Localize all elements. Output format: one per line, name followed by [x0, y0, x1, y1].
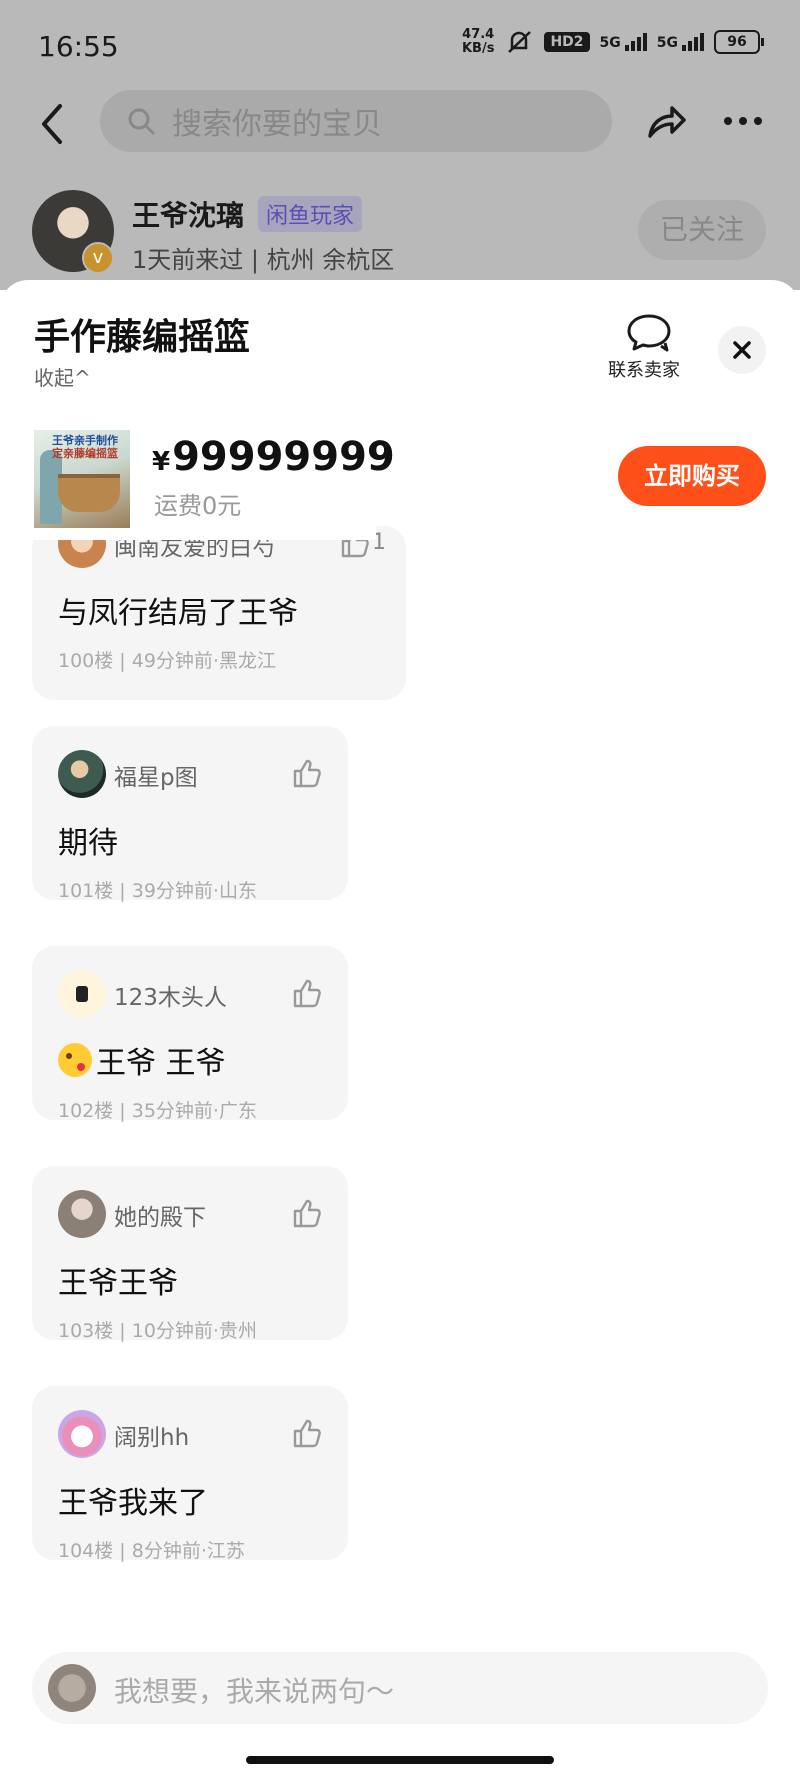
- comment-meta: 102楼 | 35分钟前·广东: [58, 1100, 257, 1122]
- user-avatar: [48, 1664, 96, 1712]
- contact-seller-button[interactable]: 联系卖家: [608, 312, 686, 382]
- back-arrow-icon: [42, 104, 62, 144]
- comment-meta: 101楼 | 39分钟前·山东: [58, 880, 257, 902]
- search-input[interactable]: 搜索你要的宝贝: [100, 90, 612, 152]
- comment-card: 阔别hh 王爷我来了 104楼 | 8分钟前·江苏: [32, 1386, 348, 1562]
- comment-text: 王爷王爷: [58, 1266, 178, 1301]
- signal-icon-2: 5G: [657, 33, 704, 51]
- comment-text: 期待: [58, 826, 118, 861]
- seller-level-tag: 闲鱼玩家: [258, 196, 363, 232]
- share-button[interactable]: [644, 100, 688, 144]
- comment-text: 与凤行结局了王爷: [58, 596, 298, 631]
- seller-header: v 王爷沈璃 闲鱼玩家 1天前来过 | 杭州 余杭区 已关注: [0, 190, 800, 280]
- comment-card: 闽南友爱的白芍 1 与凤行结局了王爷 100楼 | 49分钟前·黑龙江: [32, 526, 406, 700]
- commenter-avatar[interactable]: [58, 750, 106, 798]
- commenter-avatar[interactable]: [58, 1190, 106, 1238]
- comment-meta: 103楼 | 10分钟前·贵州: [58, 1320, 257, 1342]
- commenter-avatar[interactable]: [58, 970, 106, 1018]
- comment-input[interactable]: 我想要，我来说两句～: [32, 1652, 768, 1724]
- commenter-name[interactable]: 福星p图: [114, 758, 198, 792]
- comment-card: 123木头人 王爷 王爷 102楼 | 35分钟前·广东: [32, 946, 348, 1122]
- product-thumbnail-overlay[interactable]: 王爷亲手制作 定亲藤编摇篮: [34, 430, 130, 528]
- status-icons: 47.4 KB/s HD2 5G 5G 96: [461, 27, 764, 56]
- close-button[interactable]: [718, 326, 766, 374]
- commenter-avatar[interactable]: [58, 1410, 106, 1458]
- comment-meta: 104楼 | 8分钟前·江苏: [58, 1540, 245, 1562]
- product-price-overlay: ¥99999999: [152, 434, 395, 480]
- back-button[interactable]: [34, 102, 70, 146]
- battery-icon: 96: [714, 30, 764, 54]
- signal-icon-1: 5G: [600, 33, 647, 51]
- mute-bell-icon: [508, 31, 532, 53]
- home-indicator[interactable]: [246, 1756, 554, 1764]
- follow-button[interactable]: 已关注: [638, 200, 766, 260]
- hd-icon: HD2: [544, 32, 590, 52]
- shipping-fee-overlay: 运费0元: [154, 492, 242, 520]
- like-icon[interactable]: [290, 976, 324, 1010]
- search-icon: [128, 108, 155, 135]
- nav-bar: 搜索你要的宝贝: [0, 88, 800, 158]
- comments-sheet: 手作藤编摇篮 收起^ 联系卖家 王爷亲手制作 定亲藤编摇篮 ¥99999999 …: [0, 280, 800, 1778]
- like-icon[interactable]: [290, 756, 324, 790]
- commenter-name[interactable]: 阔别hh: [114, 1418, 189, 1452]
- collapse-button[interactable]: 收起^: [34, 362, 91, 391]
- contact-seller-label: 联系卖家: [608, 360, 680, 381]
- comment-card: 她的殿下 王爷王爷 103楼 | 10分钟前·贵州: [32, 1166, 348, 1342]
- like-icon[interactable]: [290, 1196, 324, 1230]
- comment-text: 王爷我来了: [58, 1486, 208, 1521]
- like-icon[interactable]: [290, 1416, 324, 1450]
- product-title: 手作藤编摇篮: [34, 317, 251, 358]
- share-icon: [648, 106, 686, 138]
- status-time: 16:55: [38, 30, 119, 63]
- network-speed: 47.4 KB/s: [461, 27, 495, 56]
- comment-text: 王爷 王爷: [58, 1038, 226, 1082]
- kiss-emoji-icon: [58, 1043, 92, 1077]
- buy-now-button[interactable]: 立即购买: [618, 446, 766, 506]
- background-page-overlay: 16:55 47.4 KB/s HD2 5G 5G 96 搜索你要的宝贝 v 王…: [0, 0, 800, 290]
- verified-badge-icon: v: [82, 242, 114, 274]
- comment-card: 福星p图 期待 101楼 | 39分钟前·山东: [32, 726, 348, 902]
- commenter-name[interactable]: 她的殿下: [114, 1198, 206, 1232]
- comment-input-placeholder: 我想要，我来说两句～: [114, 1675, 395, 1708]
- more-options-button[interactable]: [724, 106, 768, 136]
- commenter-name[interactable]: 123木头人: [114, 978, 227, 1012]
- chat-bubble-icon: [627, 314, 671, 352]
- close-icon: [733, 341, 751, 359]
- more-dot-icon: [724, 117, 732, 125]
- seller-name[interactable]: 王爷沈璃: [132, 194, 244, 234]
- comment-meta: 100楼 | 49分钟前·黑龙江: [58, 650, 276, 672]
- search-placeholder: 搜索你要的宝贝: [172, 107, 382, 142]
- seller-meta: 1天前来过 | 杭州 余杭区: [132, 246, 395, 274]
- status-bar: 16:55 47.4 KB/s HD2 5G 5G 96: [0, 0, 800, 95]
